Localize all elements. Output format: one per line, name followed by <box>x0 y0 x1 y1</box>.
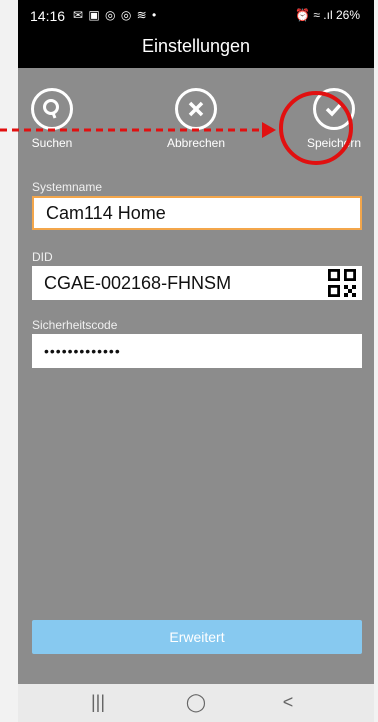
recents-icon[interactable]: ||| <box>78 692 118 713</box>
cancel-label: Abbrechen <box>166 136 226 150</box>
checkmark-icon <box>313 88 355 130</box>
advanced-button[interactable]: Erweitert <box>32 620 362 654</box>
qr-code-icon[interactable] <box>328 269 356 297</box>
status-time: 14:16 <box>30 8 66 24</box>
back-icon[interactable]: < <box>268 692 308 713</box>
security-code-field[interactable]: ••••••••••••• <box>32 334 362 368</box>
security-code-label: Sicherheitscode <box>32 318 118 332</box>
save-button[interactable]: Speichern <box>294 88 374 150</box>
android-nav-bar: ||| ◯ < <box>18 684 374 722</box>
system-name-field[interactable]: Cam114 Home <box>32 196 362 230</box>
cancel-button[interactable]: Abbrechen <box>156 88 236 150</box>
page-title: Einstellungen <box>141 36 251 56</box>
app-header: 14:16 ✉ ▣ ◎ ◎ ≋ • ⏰ ≈ .ıl 26% Einstellun… <box>18 0 374 68</box>
toolbar: Suchen Abbrechen Speichern <box>18 88 374 172</box>
did-value: CGAE-002168-FHNSM <box>44 272 232 293</box>
search-button[interactable]: Suchen <box>18 88 92 150</box>
save-label: Speichern <box>306 136 362 150</box>
phone-screen: 14:16 ✉ ▣ ◎ ◎ ≋ • ⏰ ≈ .ıl 26% Einstellun… <box>18 0 374 722</box>
search-label: Suchen <box>31 136 73 150</box>
home-icon[interactable]: ◯ <box>176 692 216 713</box>
close-icon <box>175 88 217 130</box>
search-icon <box>31 88 73 130</box>
notification-icons: ✉ ▣ ◎ ◎ ≋ • <box>73 8 158 22</box>
did-label: DID <box>32 250 53 264</box>
system-name-label: Systemname <box>32 180 103 194</box>
did-field[interactable]: CGAE-002168-FHNSM <box>32 266 362 300</box>
status-right-icons: ⏰ ≈ .ıl 26% <box>295 8 360 22</box>
status-bar: 14:16 ✉ ▣ ◎ ◎ ≋ • ⏰ ≈ .ıl 26% <box>18 0 374 32</box>
